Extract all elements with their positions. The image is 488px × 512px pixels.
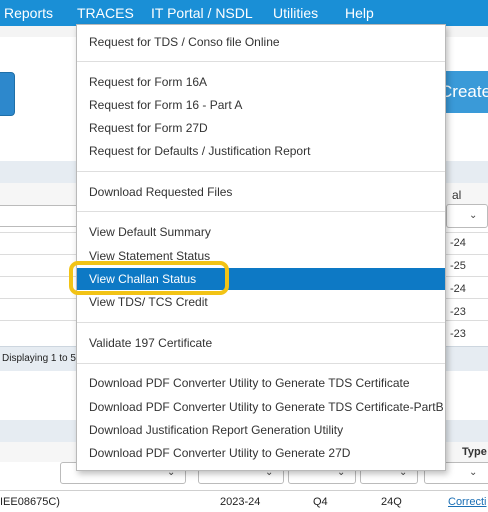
menu-item-label: Request for Form 27D — [89, 121, 208, 135]
top-menu-bar: Reports TRACES IT Portal / NSDL Utilitie… — [0, 0, 488, 26]
menu-item-label: View Default Summary — [89, 225, 211, 239]
menu-item-label: Download PDF Converter Utility to Genera… — [89, 376, 410, 390]
menu-item-label: Validate 197 Certificate — [89, 336, 213, 350]
menu-item-label: Request for Form 16 - Part A — [89, 98, 243, 112]
year-cell: -23 — [450, 328, 466, 340]
menu-item-view-default-summary[interactable]: View Default Summary — [77, 221, 445, 243]
menu-item-label: Request for TDS / Conso file Online — [89, 35, 280, 49]
menu-reports[interactable]: Reports — [4, 5, 53, 21]
menu-item-pdf-converter-tds[interactable]: Download PDF Converter Utility to Genera… — [77, 372, 445, 394]
menu-item-defaults-justification[interactable]: Request for Defaults / Justification Rep… — [77, 140, 445, 162]
year-filter-select[interactable]: ⌄ — [446, 204, 488, 228]
menu-item-pdf-converter-27d[interactable]: Download PDF Converter Utility to Genera… — [77, 442, 445, 464]
year-cell: -25 — [450, 260, 466, 272]
menu-it-portal-nsdl[interactable]: IT Portal / NSDL — [151, 5, 253, 21]
menu-item-form-27d[interactable]: Request for Form 27D — [77, 117, 445, 139]
menu-separator — [77, 211, 445, 212]
type-column-header: Type — [462, 446, 487, 458]
menu-item-label: Request for Defaults / Justification Rep… — [89, 144, 311, 158]
menu-item-label: Download PDF Converter Utility to Genera… — [89, 400, 444, 414]
menu-item-justification-utility[interactable]: Download Justification Report Generation… — [77, 419, 445, 441]
table-row: IEE08675C) 2023-24 Q4 24Q Correcti — [0, 490, 488, 512]
menu-item-label: Download Justification Report Generation… — [89, 423, 344, 437]
row-quarter: Q4 — [313, 496, 328, 508]
menu-item-form-16a[interactable]: Request for Form 16A — [77, 71, 445, 93]
menu-item-request-tds-conso[interactable]: Request for TDS / Conso file Online — [77, 31, 445, 53]
year-cell: -24 — [450, 283, 466, 295]
row-id: IEE08675C) — [0, 496, 60, 508]
filter-select-left[interactable] — [0, 205, 88, 227]
row-year: 2023-24 — [220, 496, 261, 508]
menu-item-label: Download Requested Files — [89, 185, 233, 199]
year-cell: -23 — [450, 306, 466, 318]
highlight-annotation — [69, 261, 229, 295]
traces-dropdown-menu: Request for TDS / Conso file Online Requ… — [76, 24, 446, 471]
menu-separator — [77, 171, 445, 172]
menu-traces[interactable]: TRACES — [77, 5, 134, 21]
menu-help[interactable]: Help — [345, 5, 374, 21]
chevron-down-icon: ⌄ — [469, 210, 478, 221]
menu-item-label: Download PDF Converter Utility to Genera… — [89, 446, 351, 460]
menu-separator — [77, 322, 445, 323]
year-cell: -24 — [450, 237, 466, 249]
menu-utilities[interactable]: Utilities — [273, 5, 318, 21]
chevron-down-icon: ⌄ — [469, 467, 478, 478]
menu-item-label: Request for Form 16A — [89, 75, 208, 89]
menu-item-pdf-converter-tds-partb[interactable]: Download PDF Converter Utility to Genera… — [77, 396, 445, 418]
menu-item-validate-197[interactable]: Validate 197 Certificate — [77, 332, 445, 354]
menu-separator — [77, 363, 445, 364]
pagination-text: Displaying 1 to 5 — [2, 353, 76, 364]
menu-separator — [77, 61, 445, 62]
menu-item-download-requested-files[interactable]: Download Requested Files — [77, 181, 445, 203]
menu-item-form-16-part-a[interactable]: Request for Form 16 - Part A — [77, 94, 445, 116]
correction-link[interactable]: Correcti — [448, 496, 487, 508]
left-action-button[interactable] — [0, 72, 15, 116]
row-form: 24Q — [381, 496, 402, 508]
